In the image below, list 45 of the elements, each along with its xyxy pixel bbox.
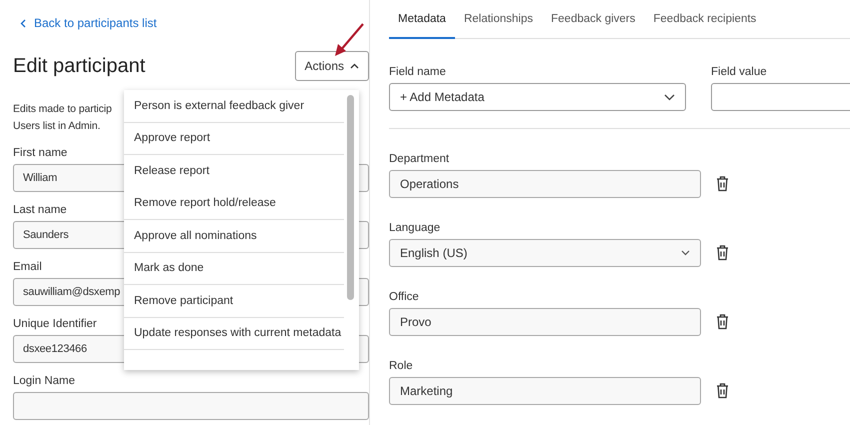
language-dropdown[interactable]: English (US): [389, 239, 701, 267]
menu-item[interactable]: Remove participant: [124, 285, 344, 318]
menu-item[interactable]: Person is external feedback giver: [124, 90, 344, 122]
field-label: Last name: [13, 204, 67, 216]
scrollbar[interactable]: [347, 95, 354, 300]
actions-button[interactable]: Actions: [294, 51, 369, 81]
input-field[interactable]: [13, 392, 369, 420]
field-value-input[interactable]: [711, 83, 850, 111]
field-label: Login Name: [13, 375, 76, 387]
field-label: Unique Identifier: [13, 318, 97, 330]
input-field[interactable]: Provo: [389, 308, 701, 336]
field-label: Field name: [389, 66, 446, 78]
description-text: Edits made to particip: [13, 102, 112, 117]
field-label: Department: [389, 153, 450, 165]
input-field[interactable]: Marketing: [389, 377, 701, 405]
field-label: First name: [13, 147, 68, 159]
tab[interactable]: Metadata: [389, 0, 455, 39]
field-label: Language: [389, 222, 440, 234]
description-text: Users list in Admin.: [13, 119, 100, 134]
menu-item[interactable]: Approve report: [124, 122, 344, 155]
caret-icon: [350, 63, 359, 69]
trash-icon[interactable]: [716, 245, 729, 261]
chevron-down-icon: [664, 94, 675, 100]
tab[interactable]: Feedback givers: [542, 0, 644, 39]
annotation-arrow: [333, 22, 365, 58]
tab[interactable]: Relationships: [454, 0, 542, 39]
trash-icon[interactable]: [716, 176, 729, 192]
field-name-dropdown[interactable]: + Add Metadata: [389, 83, 686, 111]
chevron-left-icon: [20, 18, 26, 28]
field-label: Office: [389, 291, 419, 303]
menu-item[interactable]: Remove report hold/release: [124, 188, 344, 220]
input-field[interactable]: Operations: [389, 170, 701, 198]
trash-icon[interactable]: [716, 383, 729, 399]
menu-item[interactable]: Update responses with current metadata: [124, 318, 344, 350]
page-title: Edit participant: [13, 54, 146, 78]
trash-icon[interactable]: [716, 314, 729, 330]
field-label: Role: [389, 360, 413, 372]
menu-item[interactable]: Approve all nominations: [124, 220, 344, 252]
menu-item[interactable]: Mark as done: [124, 252, 344, 285]
tab[interactable]: Feedback recipients: [644, 0, 766, 39]
chevron-down-icon: [681, 250, 690, 256]
field-label: Field value: [711, 66, 767, 78]
back-link[interactable]: Back to participants list: [20, 16, 369, 30]
menu-item[interactable]: Release report: [124, 155, 344, 188]
field-label: Email: [13, 261, 42, 273]
